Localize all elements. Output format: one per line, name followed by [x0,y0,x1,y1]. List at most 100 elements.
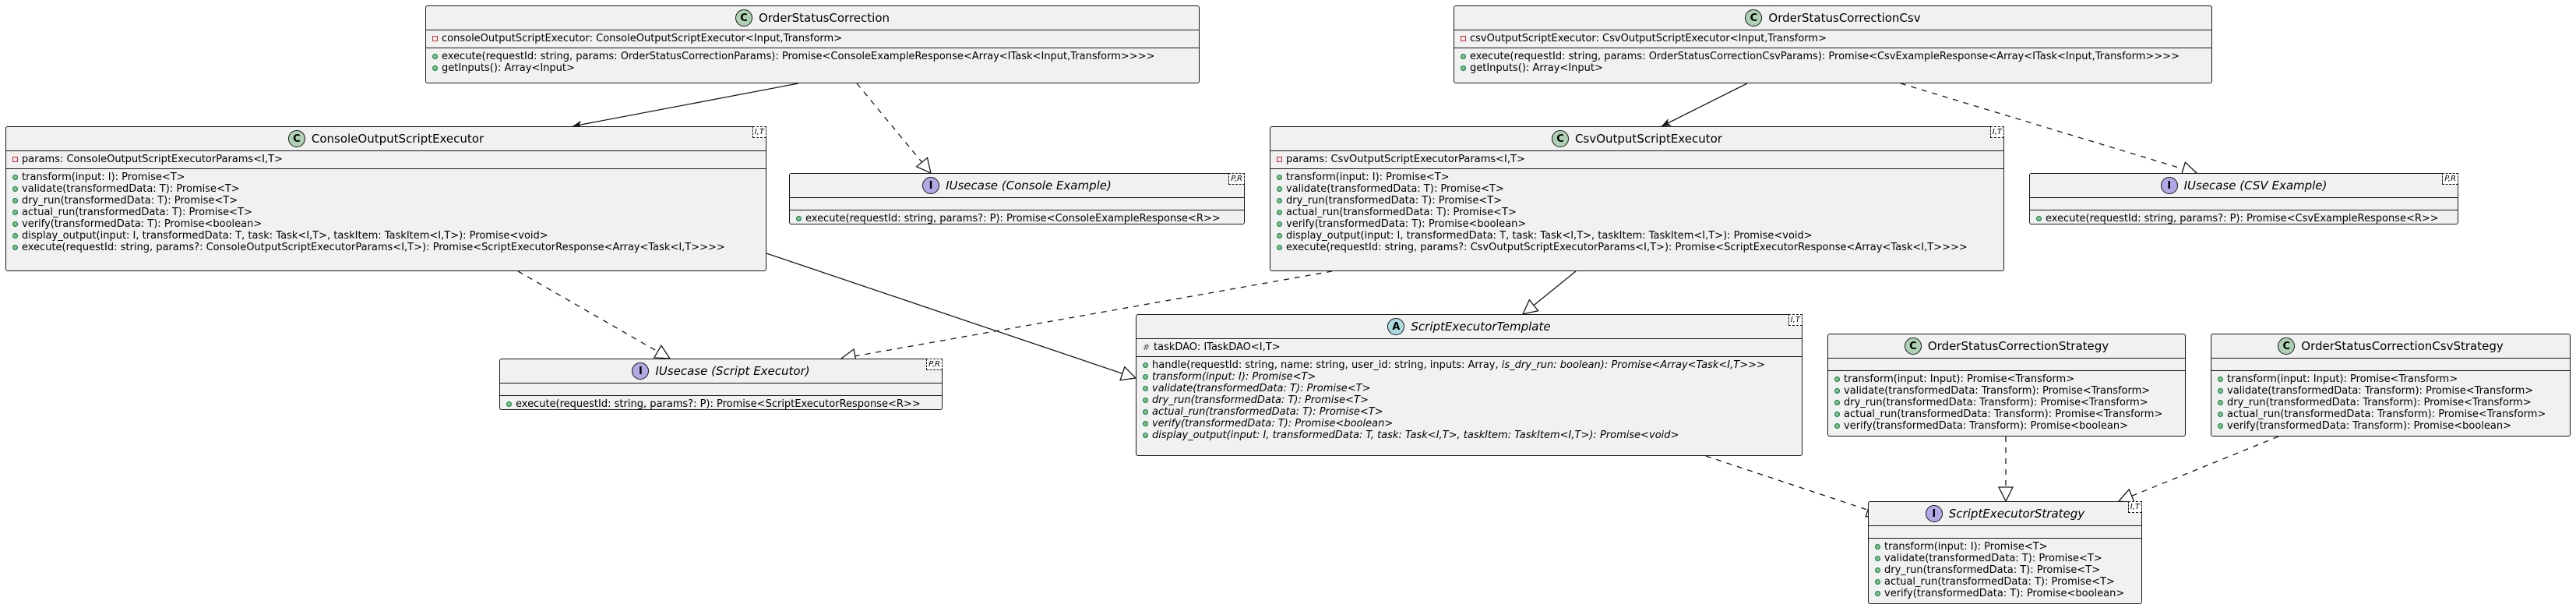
class-name: OrderStatusCorrectionCsv [1768,11,1921,25]
member-text: getInputs(): Array<Input> [1470,62,1603,74]
class-method: execute(requestId: string, params?: Cons… [12,242,759,253]
relation-realization-order-status-correction-to-iusecase-console-example [856,83,931,173]
methods-section: execute(requestId: string, params?: P): … [790,210,1244,228]
interface-stereotype-icon: I [632,362,650,380]
public-visibility-icon [1461,54,1466,59]
member-text: execute(requestId: string, params?: P): … [2046,213,2439,224]
class-name: OrderStatusCorrectionCsvStrategy [2301,339,2504,353]
relation-generalization-csv-output-script-executor-to-script-executor-template [1523,270,1577,314]
member-text: display_output(input: I, transformedData… [22,230,548,242]
class-header: I IUsecase (Console Example) P,R [790,173,1245,197]
public-visibility-icon [1143,386,1148,391]
public-visibility-icon [506,401,512,407]
private-visibility-icon [1461,36,1466,41]
public-visibility-icon [1834,423,1840,429]
class-method: getInputs(): Array<Input> [1461,62,2205,74]
member-text: dry_run(transformedData: T): Promise<T> [1884,564,2101,576]
member-text: validate(transformedData: T): Promise<T> [1286,183,1504,195]
public-visibility-icon [1277,210,1282,215]
class-method: getInputs(): Array<Input> [432,62,1193,74]
interface-iusecase-console-example[interactable]: I IUsecase (Console Example) P,R execute(re… [789,173,1245,224]
fields-section: params: ConsoleOutputScriptExecutorParam… [6,150,766,168]
class-field: csvOutputScriptExecutor: CsvOutputScript… [1461,33,2205,44]
relation-realization-console-output-script-executor-to-iusecase-script-executor [517,270,670,359]
private-visibility-icon [432,36,438,41]
relation-association-order-status-correction-csv-to-csv-output-script-executor [1661,83,1748,127]
interface-script-executor-strategy[interactable]: I ScriptExecutorStrategy I,T transform(inpu… [1868,501,2142,604]
class-method: dry_run(transformedData: T): Promise<T> [12,195,759,207]
member-text: actual_run(transformedData: T): Promise<… [1152,406,1383,418]
class-console-output-script-executor[interactable]: C ConsoleOutputScriptExecutor I,T params: C… [5,126,766,271]
public-visibility-icon [1277,245,1282,250]
relation-realization-order-status-correction-csv-strategy-to-script-executor-strategy [2119,436,2279,501]
class-stereotype-icon: C [2278,338,2296,355]
member-text: actual_run(transformedData: Transform): … [1844,408,2163,420]
member-text: execute(requestId: string, params?: Cons… [22,242,725,253]
interface-stereotype-icon: I [2160,177,2178,194]
member-text: validate(transformedData: T): Promise<T> [22,183,240,195]
member-text: verify(transformedData: T): Promise<bool… [1884,588,2125,599]
interface-iusecase-csv-example[interactable]: I IUsecase (CSV Example) P,R execute(reques… [2029,173,2458,224]
class-order-status-correction-csv-strategy[interactable]: C OrderStatusCorrectionCsvStrategy transfo… [2211,334,2571,437]
class-field: # taskDAO: ITaskDAO<I,T> [1143,341,1795,353]
class-method: transform(input: I): Promise<T> [1875,541,2135,553]
methods-section: transform(input: I): Promise<T> validate(… [1869,538,2141,603]
class-field: params: CsvOutputScriptExecutorParams<I,… [1277,154,1997,165]
fields-section [500,383,942,395]
abstract-script-executor-template[interactable]: A ScriptExecutorTemplate I,T # taskDAO: ITas… [1136,314,1802,456]
public-visibility-icon [796,216,802,221]
fields-section [790,197,1244,210]
methods-section: handle(requestId: string, name: string, … [1136,356,1802,444]
methods-section: transform(input: Input): Promise<Transfo… [2211,370,2570,435]
class-method: actual_run(transformedData: Transform): … [2218,408,2564,420]
member-text: consoleOutputScriptExecutor: ConsoleOutp… [442,33,843,44]
class-method: verify(transformedData: T): Promise<bool… [1875,588,2135,599]
interface-stereotype-icon: I [922,177,940,194]
member-text: execute(requestId: string, params?: P): … [516,398,921,410]
public-visibility-icon [1875,556,1880,561]
public-visibility-icon [1277,186,1282,192]
class-name: ScriptExecutorTemplate [1411,320,1551,334]
public-visibility-icon [1875,567,1880,573]
public-visibility-icon [1143,421,1148,426]
public-visibility-icon [2036,216,2042,221]
type-parameters: P,R [926,359,943,370]
member-text: actual_run(transformedData: Transform): … [2227,408,2546,420]
class-method: dry_run(transformedData: T): Promise<T> [1277,195,1997,207]
class-method: dry_run(transformedData: Transform): Pro… [2218,397,2564,408]
interface-iusecase-script-executor[interactable]: I IUsecase (Script Executor) P,R execute(re… [499,359,943,410]
class-method: verify(transformedData: T): Promise<bool… [1143,418,1795,429]
class-name: ScriptExecutorStrategy [1948,507,2085,521]
fields-section [2030,197,2458,210]
class-name: IUsecase (CSV Example) [2183,179,2328,193]
class-method: transform(input: I): Promise<T> [1277,171,1997,183]
public-visibility-icon [432,65,438,71]
class-method: dry_run(transformedData: Transform): Pro… [1834,397,2179,408]
class-method: execute(requestId: string, params?: P): … [506,398,936,410]
class-header: C OrderStatusCorrection [426,6,1199,30]
class-method: execute(requestId: string, params?: CsvO… [1277,242,1997,253]
member-text: dry_run(transformedData: T): Promise<T> [22,195,238,207]
class-order-status-correction-csv[interactable]: C OrderStatusCorrectionCsv csvOutputScript… [1454,5,2212,83]
member-text: actual_run(transformedData: T): Promise<… [1884,576,2115,588]
methods-section: execute(requestId: string, params?: P): … [2030,210,2458,228]
public-visibility-icon [1834,412,1840,417]
methods-section: execute(requestId: string, params?: P): … [500,395,942,413]
class-header: I IUsecase (Script Executor) P,R [500,359,943,383]
public-visibility-icon [2218,400,2223,405]
public-visibility-icon [1277,175,1282,180]
class-order-status-correction[interactable]: C OrderStatusCorrection consoleOutputScrip… [425,5,1200,83]
member-text: display_output(input: I, transformedData… [1152,429,1679,441]
private-visibility-icon [12,157,18,162]
class-order-status-correction-strategy[interactable]: C OrderStatusCorrectionStrategy transform(… [1827,334,2186,437]
public-visibility-icon [1277,233,1282,239]
member-text: validate(transformedData: T): Promise<T> [1152,383,1371,394]
abstract-stereotype-icon: A [1387,318,1405,335]
member-text: taskDAO: ITaskDAO<I,T> [1154,341,1281,353]
class-method: validate(transformedData: Transform): Pr… [2218,385,2564,397]
class-csv-output-script-executor[interactable]: C CsvOutputScriptExecutor I,T params: CsvOu… [1270,126,2004,271]
class-method: validate(transformedData: T): Promise<T> [1143,383,1795,394]
member-text: csvOutputScriptExecutor: CsvOutputScript… [1470,33,1827,44]
class-method: actual_run(transformedData: Transform): … [1834,408,2179,420]
member-text: transform(input: I): Promise<T> [22,171,185,183]
